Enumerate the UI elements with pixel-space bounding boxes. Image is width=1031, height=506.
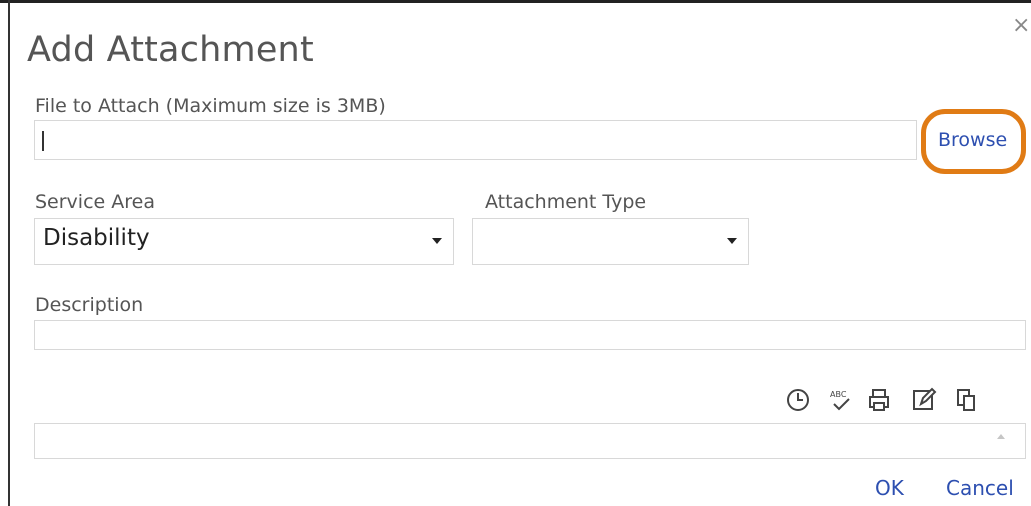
file-to-attach-label: File to Attach (Maximum size is 3MB) — [35, 95, 386, 117]
service-area-value: Disability — [43, 225, 150, 251]
clock-icon[interactable] — [785, 386, 811, 414]
cancel-button[interactable]: Cancel — [946, 476, 1014, 500]
service-area-label: Service Area — [35, 191, 155, 213]
copy-icon[interactable] — [953, 386, 979, 414]
notes-textarea[interactable] — [34, 423, 1026, 459]
attachment-type-chevron-down-icon[interactable] — [727, 238, 737, 244]
ok-button[interactable]: OK — [875, 476, 904, 500]
text-caret — [42, 131, 44, 151]
dialog-left-border — [8, 0, 10, 506]
spellcheck-icon[interactable]: ABC — [828, 386, 854, 414]
dialog-title: Add Attachment — [27, 30, 314, 70]
browse-button[interactable]: Browse — [938, 129, 1007, 151]
service-area-select[interactable]: Disability — [34, 218, 454, 265]
attachment-type-label: Attachment Type — [485, 191, 647, 213]
svg-text:ABC: ABC — [830, 390, 847, 399]
attachment-type-select[interactable] — [472, 218, 749, 265]
description-input[interactable] — [34, 320, 1026, 350]
service-area-chevron-down-icon[interactable] — [432, 238, 442, 244]
close-icon[interactable]: × — [1012, 15, 1030, 37]
dialog-top-border — [0, 0, 1031, 3]
add-attachment-dialog: × Add Attachment File to Attach (Maximum… — [0, 0, 1031, 506]
edit-icon[interactable] — [911, 386, 937, 414]
scroll-up-icon[interactable] — [997, 434, 1005, 439]
file-to-attach-input[interactable] — [34, 120, 917, 160]
print-icon[interactable] — [866, 386, 892, 414]
description-label: Description — [35, 294, 144, 316]
